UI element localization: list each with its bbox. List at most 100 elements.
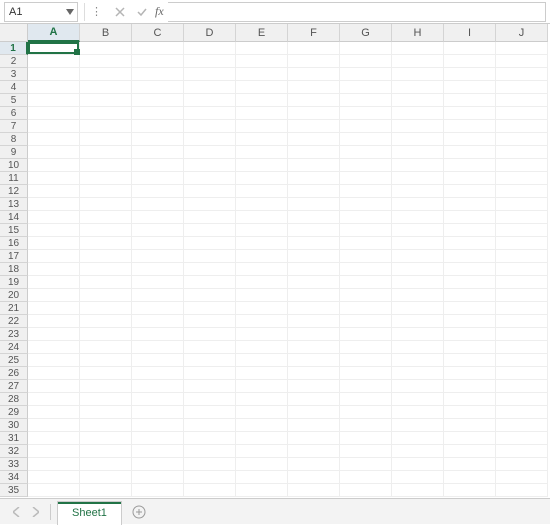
cell[interactable] xyxy=(288,432,340,445)
cell[interactable] xyxy=(132,94,184,107)
cell[interactable] xyxy=(80,172,132,185)
cell[interactable] xyxy=(496,159,548,172)
cell[interactable] xyxy=(496,458,548,471)
cell[interactable] xyxy=(132,471,184,484)
cell[interactable] xyxy=(132,315,184,328)
cell[interactable] xyxy=(80,419,132,432)
cell[interactable] xyxy=(184,68,236,81)
row-header-16[interactable]: 16 xyxy=(0,237,28,250)
cell[interactable] xyxy=(340,328,392,341)
cell[interactable] xyxy=(340,315,392,328)
cell[interactable] xyxy=(236,81,288,94)
cell[interactable] xyxy=(340,133,392,146)
cell[interactable] xyxy=(392,458,444,471)
cell[interactable] xyxy=(288,120,340,133)
cell[interactable] xyxy=(132,237,184,250)
cell[interactable] xyxy=(132,419,184,432)
cell[interactable] xyxy=(28,159,80,172)
cell[interactable] xyxy=(132,146,184,159)
cell[interactable] xyxy=(80,198,132,211)
cell[interactable] xyxy=(132,185,184,198)
column-header-A[interactable]: A xyxy=(28,24,80,42)
cell[interactable] xyxy=(80,211,132,224)
cell[interactable] xyxy=(236,328,288,341)
cell[interactable] xyxy=(236,354,288,367)
row-header-18[interactable]: 18 xyxy=(0,263,28,276)
cell[interactable] xyxy=(444,484,496,497)
cell[interactable] xyxy=(184,484,236,497)
row-header-7[interactable]: 7 xyxy=(0,120,28,133)
cell[interactable] xyxy=(496,81,548,94)
formula-input[interactable] xyxy=(168,2,546,22)
cell[interactable] xyxy=(236,393,288,406)
cell[interactable] xyxy=(132,432,184,445)
cell[interactable] xyxy=(80,146,132,159)
cell[interactable] xyxy=(288,419,340,432)
cell[interactable] xyxy=(444,146,496,159)
cell[interactable] xyxy=(80,107,132,120)
cell[interactable] xyxy=(132,484,184,497)
row-header-19[interactable]: 19 xyxy=(0,276,28,289)
row-header-20[interactable]: 20 xyxy=(0,289,28,302)
cell[interactable] xyxy=(236,419,288,432)
cell[interactable] xyxy=(132,68,184,81)
cell[interactable] xyxy=(184,367,236,380)
cell[interactable] xyxy=(340,185,392,198)
cell[interactable] xyxy=(340,146,392,159)
row-header-34[interactable]: 34 xyxy=(0,471,28,484)
cell[interactable] xyxy=(496,107,548,120)
cell[interactable] xyxy=(184,471,236,484)
cell[interactable] xyxy=(28,94,80,107)
cell[interactable] xyxy=(496,250,548,263)
cell[interactable] xyxy=(132,81,184,94)
new-sheet-button[interactable] xyxy=(128,501,150,523)
cell[interactable] xyxy=(28,432,80,445)
cell[interactable] xyxy=(392,224,444,237)
row-header-29[interactable]: 29 xyxy=(0,406,28,419)
cell[interactable] xyxy=(184,211,236,224)
row-header-30[interactable]: 30 xyxy=(0,419,28,432)
cell[interactable] xyxy=(184,133,236,146)
cell[interactable] xyxy=(288,146,340,159)
row-header-5[interactable]: 5 xyxy=(0,94,28,107)
column-header-H[interactable]: H xyxy=(392,24,444,42)
cell[interactable] xyxy=(340,224,392,237)
cell[interactable] xyxy=(132,289,184,302)
cell[interactable] xyxy=(80,354,132,367)
cell[interactable] xyxy=(184,328,236,341)
cell[interactable] xyxy=(340,263,392,276)
cell[interactable] xyxy=(340,198,392,211)
cell[interactable] xyxy=(392,133,444,146)
cell[interactable] xyxy=(444,367,496,380)
cell[interactable] xyxy=(340,172,392,185)
cell[interactable] xyxy=(496,185,548,198)
cell[interactable] xyxy=(80,406,132,419)
row-header-17[interactable]: 17 xyxy=(0,250,28,263)
cell[interactable] xyxy=(132,458,184,471)
cell[interactable] xyxy=(288,367,340,380)
cell[interactable] xyxy=(28,445,80,458)
cell[interactable] xyxy=(236,367,288,380)
cell[interactable] xyxy=(340,211,392,224)
cell[interactable] xyxy=(132,406,184,419)
cell[interactable] xyxy=(28,237,80,250)
cell[interactable] xyxy=(392,289,444,302)
column-header-C[interactable]: C xyxy=(132,24,184,42)
cell[interactable] xyxy=(444,94,496,107)
row-header-14[interactable]: 14 xyxy=(0,211,28,224)
row-header-26[interactable]: 26 xyxy=(0,367,28,380)
cell[interactable] xyxy=(392,432,444,445)
row-header-10[interactable]: 10 xyxy=(0,159,28,172)
cell[interactable] xyxy=(80,237,132,250)
cell[interactable] xyxy=(444,380,496,393)
cell[interactable] xyxy=(288,445,340,458)
cell[interactable] xyxy=(236,159,288,172)
cell[interactable] xyxy=(496,263,548,276)
cell[interactable] xyxy=(236,224,288,237)
row-header-15[interactable]: 15 xyxy=(0,224,28,237)
cell[interactable] xyxy=(444,81,496,94)
cell[interactable] xyxy=(28,81,80,94)
cell[interactable] xyxy=(288,315,340,328)
cell[interactable] xyxy=(288,81,340,94)
cell[interactable] xyxy=(28,107,80,120)
